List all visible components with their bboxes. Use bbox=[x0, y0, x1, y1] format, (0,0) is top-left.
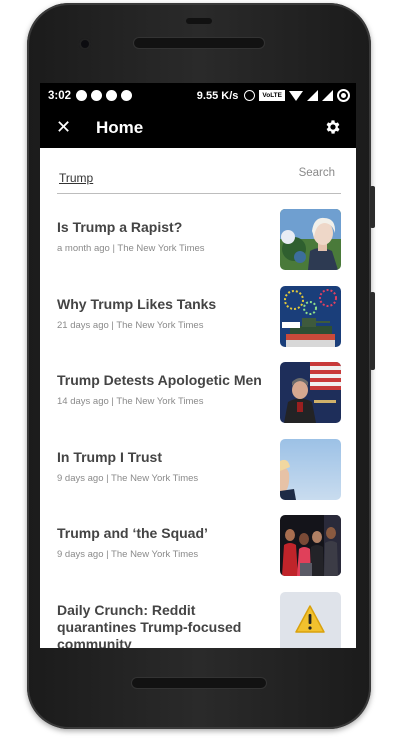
article-title: Trump and ‘the Squad’ bbox=[57, 525, 208, 541]
article-meta: 14 days ago | The New York Times bbox=[57, 396, 204, 407]
status-bar: 3:02 9.55 K/s VoLTE bbox=[40, 83, 356, 109]
volte-badge: VoLTE bbox=[259, 90, 285, 101]
article-title: Trump Detests Apologetic Men bbox=[57, 372, 262, 388]
article-item[interactable]: Trump and ‘the Squad’ 9 days ago | The N… bbox=[40, 515, 356, 579]
status-time: 3:02 bbox=[48, 90, 72, 102]
search-button[interactable]: Search bbox=[299, 167, 335, 179]
front-camera bbox=[79, 38, 91, 50]
status-indicators: 9.55 K/s VoLTE bbox=[197, 89, 350, 102]
top-speaker bbox=[134, 38, 264, 48]
signal-icon-2 bbox=[322, 90, 333, 101]
article-item[interactable]: Daily Crunch: Reddit quarantines Trump-f… bbox=[40, 592, 356, 648]
article-thumbnail bbox=[280, 362, 341, 423]
article-meta: 21 days ago | The New York Times bbox=[57, 320, 204, 331]
article-thumbnail bbox=[280, 286, 341, 347]
notification-icon bbox=[106, 90, 117, 101]
search-input[interactable] bbox=[57, 168, 279, 188]
gear-icon[interactable] bbox=[324, 118, 342, 136]
wifi-icon bbox=[289, 90, 303, 101]
article-thumbnail bbox=[280, 439, 341, 500]
notification-icon bbox=[91, 90, 102, 101]
article-thumbnail bbox=[280, 515, 341, 576]
battery-icon bbox=[337, 89, 350, 102]
screen: 3:02 9.55 K/s VoLTE ✕ Home Search bbox=[40, 83, 356, 648]
article-title: Is Trump a Rapist? bbox=[57, 219, 183, 235]
notification-icon bbox=[121, 90, 132, 101]
article-title: Daily Crunch: Reddit quarantines Trump-f… bbox=[57, 602, 242, 648]
article-meta: 9 days ago | The New York Times bbox=[57, 473, 199, 484]
signal-icon bbox=[307, 90, 318, 101]
article-item[interactable]: In Trump I Trust 9 days ago | The New Yo… bbox=[40, 439, 356, 503]
power-button bbox=[370, 186, 375, 228]
content-area: Search Is Trump a Rapist? a month ago | … bbox=[40, 148, 356, 648]
close-icon[interactable]: ✕ bbox=[56, 117, 71, 137]
article-title: In Trump I Trust bbox=[57, 449, 163, 465]
article-item[interactable]: Is Trump a Rapist? a month ago | The New… bbox=[40, 209, 356, 273]
earpiece bbox=[186, 18, 212, 24]
article-title: Why Trump Likes Tanks bbox=[57, 296, 217, 312]
app-bar: ✕ Home bbox=[40, 109, 356, 148]
article-item[interactable]: Trump Detests Apologetic Men 14 days ago… bbox=[40, 362, 356, 426]
article-thumbnail bbox=[280, 592, 341, 648]
search-bar: Search bbox=[57, 162, 341, 194]
volume-button bbox=[370, 292, 375, 370]
notification-icon bbox=[76, 90, 87, 101]
article-meta: a month ago | The New York Times bbox=[57, 243, 205, 254]
net-speed: 9.55 K/s bbox=[196, 89, 239, 102]
notification-icons bbox=[76, 90, 132, 101]
article-thumbnail bbox=[280, 209, 341, 270]
page-title: Home bbox=[96, 118, 144, 137]
article-item[interactable]: Why Trump Likes Tanks 21 days ago | The … bbox=[40, 286, 356, 350]
alarm-icon bbox=[244, 90, 256, 101]
bottom-speaker bbox=[132, 678, 266, 688]
article-meta: 9 days ago | The New York Times bbox=[57, 549, 199, 560]
